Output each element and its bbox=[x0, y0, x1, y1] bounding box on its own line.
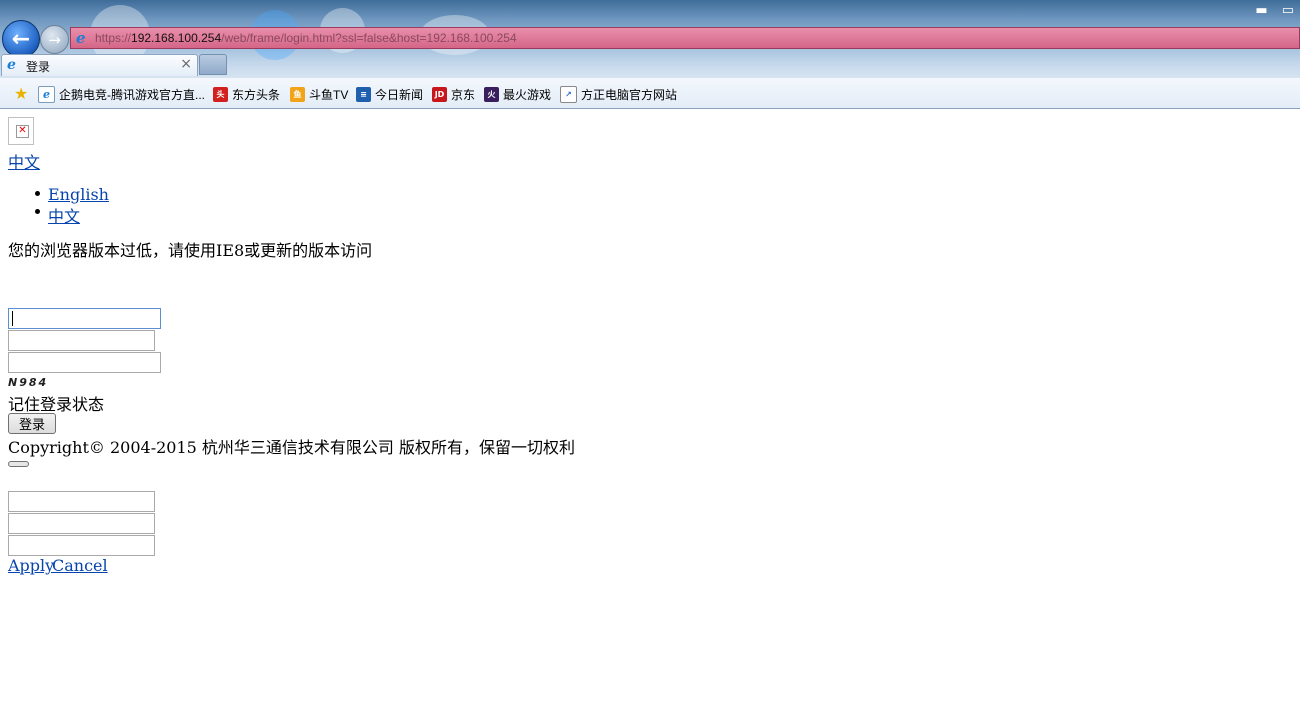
captcha-input[interactable] bbox=[8, 352, 161, 373]
close-tab-icon[interactable]: × bbox=[180, 56, 192, 72]
url-text[interactable]: https://192.168.100.254/web/frame/login.… bbox=[95, 31, 517, 45]
favorite-item[interactable]: 鱼 斗鱼TV bbox=[290, 85, 348, 103]
browser-warning-text: 您的浏览器版本过低，请使用IE8或更新的版本访问 bbox=[8, 241, 373, 260]
url-host: 192.168.100.254 bbox=[131, 31, 222, 45]
favorite-label: 斗鱼TV bbox=[309, 87, 349, 102]
favorite-item[interactable]: ≡ 今日新闻 bbox=[356, 85, 423, 103]
login-button[interactable]: 登录 bbox=[8, 413, 56, 434]
toutiao-icon: 头 bbox=[213, 86, 228, 102]
favorite-label: 东方头条 bbox=[232, 87, 281, 102]
ie-icon: e bbox=[76, 29, 86, 47]
dialog-input-2[interactable] bbox=[8, 513, 155, 534]
ie-tab-icon: e bbox=[7, 57, 16, 73]
password-input[interactable] bbox=[8, 330, 155, 351]
maximize-icon[interactable]: ▭ bbox=[1282, 3, 1294, 18]
douyu-icon: 鱼 bbox=[290, 86, 305, 102]
remember-login-label: 记住登录状态 bbox=[8, 395, 105, 414]
favorite-label: 最火游戏 bbox=[503, 87, 552, 102]
broken-image-icon: ✕ bbox=[8, 117, 34, 145]
cancel-link[interactable]: Cancel bbox=[52, 556, 108, 575]
favorite-label: 京东 bbox=[451, 87, 476, 102]
browser-chrome: ▬ ▭ ← → e https://192.168.100.254/web/fr… bbox=[0, 0, 1300, 109]
favorites-star-icon[interactable]: ★ bbox=[14, 84, 28, 103]
captcha-image[interactable]: N984 bbox=[8, 376, 48, 389]
copyright-text: Copyright© 2004-2015 杭州华三通信技术有限公司 版权所有，保… bbox=[8, 438, 576, 457]
favorite-label: 今日新闻 bbox=[375, 87, 424, 102]
favorite-label: 企鹅电竞-腾讯游戏官方直... bbox=[59, 87, 205, 102]
back-arrow-icon: ← bbox=[11, 26, 31, 52]
back-button[interactable]: ← bbox=[2, 20, 40, 58]
dialog-input-3[interactable] bbox=[8, 535, 155, 556]
jd-icon: JD bbox=[432, 86, 447, 102]
shortcut-icon: ↗ bbox=[560, 85, 577, 103]
game-icon: 火 bbox=[484, 86, 499, 102]
browser-tab[interactable]: e 登录 × bbox=[1, 54, 198, 76]
ie-page-icon: e bbox=[38, 85, 55, 103]
new-tab-button[interactable] bbox=[199, 54, 227, 75]
list-bullet bbox=[35, 209, 40, 214]
favorite-item[interactable]: 头 东方头条 bbox=[213, 85, 280, 103]
address-bar[interactable]: e https://192.168.100.254/web/frame/logi… bbox=[70, 27, 1300, 49]
page-content: ✕ 中文 English 中文 您的浏览器版本过低，请使用IE8或更新的版本访问… bbox=[0, 109, 1300, 724]
apply-link[interactable]: Apply bbox=[8, 556, 54, 575]
window-controls: ▬ ▭ bbox=[1255, 3, 1294, 18]
language-chinese-link[interactable]: 中文 bbox=[48, 203, 80, 227]
url-path: /web/frame/login.html?ssl=false&host=192… bbox=[221, 31, 517, 45]
minimize-icon[interactable]: ▬ bbox=[1255, 3, 1267, 18]
url-prefix: https:// bbox=[95, 31, 132, 45]
favorite-label: 方正电脑官方网站 bbox=[581, 87, 678, 102]
tab-label: 登录 bbox=[26, 60, 51, 74]
favorites-bar: ★ e 企鹅电竞-腾讯游戏官方直... 头 东方头条 鱼 斗鱼TV ≡ 今日新闻… bbox=[0, 78, 1300, 109]
favorite-item[interactable]: e 企鹅电竞-腾讯游戏官方直... bbox=[38, 85, 205, 103]
dialog-input-1[interactable] bbox=[8, 491, 155, 512]
forward-arrow-icon: → bbox=[48, 30, 61, 49]
language-current-link[interactable]: 中文 bbox=[8, 149, 40, 173]
list-bullet bbox=[35, 191, 40, 196]
language-english-link[interactable]: English bbox=[48, 185, 109, 204]
favorite-item[interactable]: ↗ 方正电脑官方网站 bbox=[560, 85, 677, 103]
news-icon: ≡ bbox=[356, 86, 371, 102]
forward-button[interactable]: → bbox=[40, 25, 69, 54]
username-input[interactable] bbox=[8, 308, 161, 329]
empty-button[interactable] bbox=[8, 461, 29, 467]
favorite-item[interactable]: 火 最火游戏 bbox=[484, 85, 551, 103]
favorite-item[interactable]: JD 京东 bbox=[432, 85, 475, 103]
